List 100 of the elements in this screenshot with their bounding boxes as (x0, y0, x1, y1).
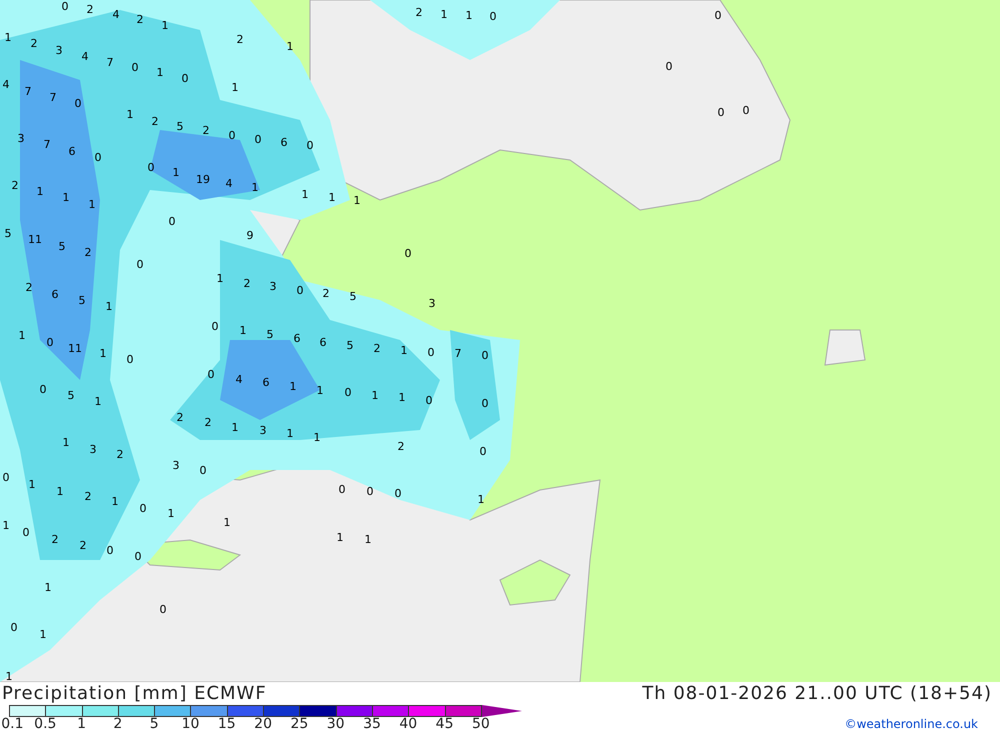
legend-tick-label: 50 (472, 717, 490, 732)
precipitation-value: 1 (314, 432, 320, 444)
precipitation-value: 5 (78, 295, 86, 307)
precipitation-value: 1 (400, 345, 408, 357)
precipitation-value: 3 (270, 281, 276, 293)
precipitation-value: 3 (18, 133, 24, 145)
precipitation-value: 0 (10, 622, 18, 634)
precipitation-value: 2 (84, 491, 92, 503)
legend-tick-label: 2 (113, 717, 122, 732)
precipitation-value: 2 (244, 278, 250, 290)
precipitation-value: 1 (4, 32, 12, 44)
precipitation-value: 2 (202, 125, 210, 137)
precipitation-value: 2 (26, 282, 32, 294)
precipitation-value: 7 (44, 139, 50, 151)
precipitation-value: 1 (62, 437, 70, 449)
precipitation-value: 0 (46, 337, 54, 349)
legend-overflow-arrow-icon (482, 705, 522, 717)
precipitation-value: 0 (742, 105, 750, 117)
precipitation-value: 2 (86, 4, 94, 16)
precipitation-value: 4 (2, 79, 10, 91)
legend-tick-label: 40 (399, 717, 418, 732)
precipitation-value: 1 (88, 199, 96, 211)
precipitation-value: 0 (132, 62, 138, 74)
precipitation-value: 0 (94, 152, 102, 164)
precipitation-value: 6 (52, 289, 58, 301)
precipitation-value: 1 (286, 41, 294, 53)
precipitation-value: 1 (156, 67, 164, 79)
precipitation-value: 5 (266, 329, 274, 341)
precipitation-value: 2 (322, 288, 330, 300)
precipitation-value: 0 (182, 73, 188, 85)
precipitation-value: 1 (40, 629, 46, 641)
precipitation-value: 0 (714, 10, 722, 22)
precipitation-value: 1 (336, 532, 344, 544)
precipitation-value: 1 (354, 195, 360, 207)
precipitation-value: 5 (4, 228, 12, 240)
precipitation-value: 1 (36, 186, 44, 198)
precipitation-value: 1 (216, 273, 224, 285)
precipitation-value: 1 (328, 192, 336, 204)
precipitation-value: 6 (262, 377, 270, 389)
precipitation-value: 4 (112, 9, 120, 21)
precipitation-value: 0 (394, 488, 402, 500)
precipitation-value: 2 (52, 534, 58, 546)
precipitation-value: 0 (200, 465, 206, 477)
precipitation-value: 0 (254, 134, 262, 146)
precipitation-value: 1 (440, 9, 448, 21)
precipitation-value: 0 (490, 11, 496, 23)
precipitation-value: 1 (6, 671, 12, 682)
precipitation-value: 1 (240, 325, 246, 337)
precipitation-value: 1 (466, 10, 472, 22)
precipitation-value: 1 (172, 167, 180, 179)
precipitation-value: 0 (134, 551, 142, 563)
legend-tick-label: 0.5 (34, 717, 56, 732)
precipitation-value: 1 (94, 396, 102, 408)
precipitation-value: 1 (28, 479, 36, 491)
precipitation-value: 5 (346, 340, 354, 352)
precipitation-value: 0 (718, 107, 724, 119)
precipitation-value: 0 (126, 354, 134, 366)
valid-time: Th 08-01-2026 21..00 UTC (18+54) (642, 683, 992, 704)
precipitation-value: 0 (480, 446, 486, 458)
precipitation-value: 1 (398, 392, 406, 404)
precipitation-value: 2 (398, 441, 404, 453)
precipitation-value: 1 (62, 192, 70, 204)
legend-tick-label: 5 (150, 717, 159, 732)
precipitation-value: 0 (212, 321, 218, 333)
precipitation-value: 2 (116, 449, 124, 461)
precipitation-value: 1 (162, 20, 168, 32)
credit-link[interactable]: ©weatheronline.co.uk (844, 717, 978, 731)
precipitation-value: 2 (236, 34, 244, 46)
legend-tick-label: 15 (218, 717, 236, 732)
precipitation-value: 2 (176, 412, 184, 424)
precipitation-value: 2 (136, 14, 144, 26)
precipitation-value: 2 (80, 540, 86, 552)
precipitation-value: 2 (84, 247, 92, 259)
precipitation-value: 1 (112, 496, 118, 508)
legend-tick-label: 30 (326, 717, 345, 732)
precipitation-value: 1 (126, 109, 134, 121)
precipitation-value: 0 (482, 398, 488, 410)
precipitation-value: 1 (100, 348, 106, 360)
precipitation-value: 7 (24, 86, 32, 98)
precipitation-value: 0 (2, 472, 10, 484)
precipitation-value: 3 (172, 460, 180, 472)
legend-tick-label: 1 (77, 717, 86, 732)
legend-tick-label: 35 (363, 717, 381, 732)
precipitation-value: 7 (454, 348, 462, 360)
precipitation-value: 19 (196, 174, 210, 186)
precipitation-value: 4 (236, 374, 242, 386)
precipitation-value: 1 (286, 428, 294, 440)
precipitation-value: 0 (426, 395, 432, 407)
precipitation-value: 3 (90, 444, 96, 456)
precipitation-value: 1 (372, 390, 378, 402)
precipitation-value: 0 (74, 98, 82, 110)
precipitation-value: 6 (68, 146, 76, 158)
precipitation-value: 1 (478, 494, 484, 506)
precipitation-value: 7 (106, 57, 114, 69)
precipitation-value: 1 (232, 82, 238, 94)
legend-tick-label: 20 (254, 717, 272, 732)
precipitation-value: 1 (44, 582, 52, 594)
precipitation-value: 0 (404, 248, 412, 260)
precipitation-value: 0 (106, 545, 114, 557)
precipitation-value: 5 (58, 241, 66, 253)
